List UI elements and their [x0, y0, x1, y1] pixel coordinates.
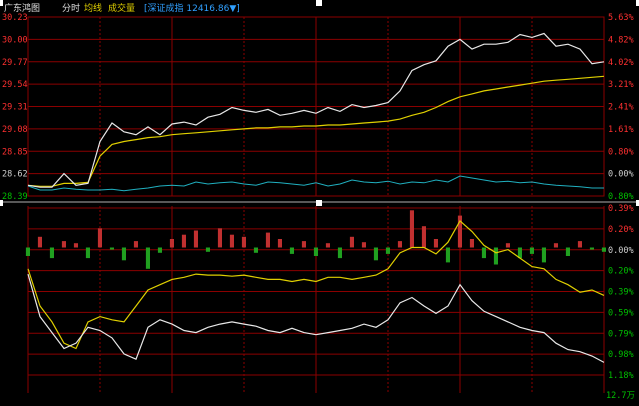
indicator-bar — [265, 232, 270, 248]
indicator-bar — [469, 239, 474, 248]
chart-header: 广东鸿图 分时 均线 成交量 [深证成指 12416.86▼] — [4, 2, 240, 14]
top-y-right-tick: 1.61% — [608, 125, 634, 135]
top-y-right-tick: 0.80% — [608, 192, 634, 202]
indicator-bar — [325, 243, 330, 248]
indicator-bar — [601, 247, 606, 252]
top-y-left-tick: 29.54 — [2, 80, 28, 90]
indicator-bar — [337, 247, 342, 259]
indicator-bar — [25, 247, 30, 256]
top-y-left-tick: 28.85 — [2, 147, 28, 157]
splitter-handle-left[interactable] — [0, 200, 3, 206]
volume-legend: 成交量 — [108, 2, 135, 14]
tab-intraday[interactable]: 分时 — [62, 2, 80, 14]
indicator-bar — [529, 247, 534, 254]
indicator-bar — [385, 247, 390, 254]
top-y-right-tick: 4.02% — [608, 58, 634, 68]
indicator-bar — [133, 241, 138, 248]
resize-handle-top-left[interactable] — [0, 0, 3, 6]
top-y-right-tick: 0.00% — [608, 170, 634, 180]
indicator-bar — [541, 247, 546, 263]
indicator-bar — [505, 243, 510, 248]
indicator-bar — [253, 247, 258, 253]
top-y-left-tick: 28.62 — [2, 170, 28, 180]
index-readout: [深证成指 12416.86▼] — [144, 2, 240, 14]
resize-handle-top-center[interactable] — [316, 0, 322, 6]
top-y-left-tick: 30.00 — [2, 35, 28, 45]
indicator-bar — [301, 241, 306, 248]
bottom-y-right-tick: 0.20% — [608, 225, 634, 235]
indicator-bar — [61, 241, 66, 248]
indicator-bar — [373, 247, 378, 261]
indicator-bar — [145, 247, 150, 269]
indicator-bar — [421, 226, 426, 248]
top-y-left-tick: 29.31 — [2, 103, 28, 113]
indicator-bar — [481, 247, 486, 259]
indicator-bar — [37, 236, 42, 248]
indicator-bar — [349, 236, 354, 248]
indicator-bar — [397, 241, 402, 248]
bottom-y-right-tick: 1.18% — [608, 371, 634, 381]
bottom-volume-scale-label: 12.7万 — [606, 391, 635, 401]
top-y-right-tick: 3.21% — [608, 80, 634, 90]
indicator-bar — [565, 247, 570, 256]
indicator-bar — [493, 247, 498, 265]
indicator-bar — [73, 243, 78, 248]
bottom-y-right-tick: 0.98% — [608, 350, 634, 360]
top-y-left-tick: 30.23 — [2, 13, 28, 23]
indicator-bar — [205, 247, 210, 252]
top-y-left-tick: 28.39 — [2, 192, 28, 202]
indicator-bar — [277, 239, 282, 248]
indicator-bar — [313, 247, 318, 256]
indicator-bar — [361, 242, 366, 248]
splitter-handle-center[interactable] — [316, 200, 322, 206]
bottom-y-right-tick: 0.39% — [608, 288, 634, 298]
indicator-bar — [97, 228, 102, 248]
axis-labels: 30.23 5.63% 30.00 4.82% 29.77 4.02% 29.54 3.21%… — [2, 13, 635, 401]
top-y-right-tick: 5.63% — [608, 13, 634, 23]
top-y-left-tick: 29.77 — [2, 58, 28, 68]
bottom-y-right-tick: 0.59% — [608, 308, 634, 318]
top-y-right-tick: 2.41% — [608, 103, 634, 113]
indicator-bar — [553, 243, 558, 248]
chart-window: 30.23 5.63% 30.00 4.82% 29.77 4.02% 29.54 3.21%… — [0, 0, 639, 402]
top-y-left-tick: 29.08 — [2, 125, 28, 135]
indicator-bar — [181, 234, 186, 248]
indicator-bar — [589, 247, 594, 250]
top-y-right-tick: 4.82% — [608, 35, 634, 45]
indicator-bar — [289, 247, 294, 254]
indicator-bar — [577, 241, 582, 248]
indicator-bar — [409, 210, 414, 248]
chart-canvas: 30.23 5.63% 30.00 4.82% 29.77 4.02% 29.54 3.21%… — [0, 0, 639, 401]
bottom-y-right-tick: 0.00% — [608, 246, 634, 256]
indicator-bar — [169, 239, 174, 248]
stock-title: 广东鸿图 — [4, 2, 40, 14]
indicator-bar — [193, 230, 198, 248]
indicator-bar — [49, 247, 54, 259]
indicator-bar — [121, 247, 126, 261]
avg-line-legend: 均线 — [84, 2, 102, 14]
indicator-bar — [157, 247, 162, 253]
bottom-y-right-tick: 0.79% — [608, 329, 634, 339]
indicator-bar — [241, 236, 246, 248]
indicator-bar — [85, 247, 90, 259]
indicator-bar — [217, 228, 222, 248]
bottom-y-right-tick: 0.20% — [608, 267, 634, 277]
indicator-bar — [445, 247, 450, 263]
indicator-bar — [433, 239, 438, 248]
top-y-right-tick: 0.80% — [608, 147, 634, 157]
indicator-bar — [109, 247, 114, 250]
bottom-y-right-tick: 0.39% — [608, 204, 634, 214]
indicator-bar — [229, 234, 234, 248]
